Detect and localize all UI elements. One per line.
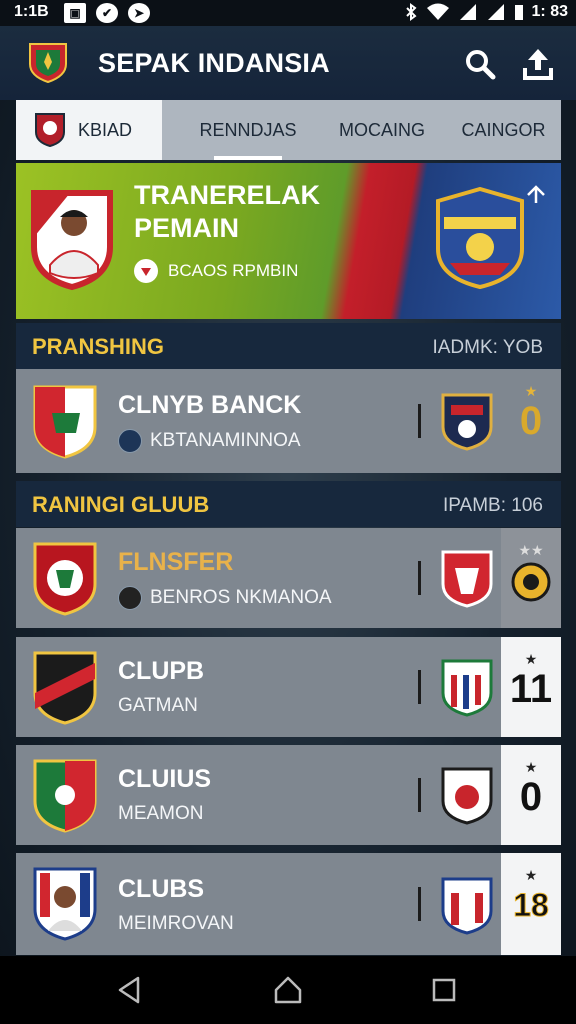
club-subtitle: BENROS NKMANOA	[150, 587, 332, 608]
opponent-crest-icon	[441, 393, 493, 451]
club-name: CLUPB	[118, 657, 205, 685]
score-value: 0	[519, 399, 543, 443]
status-battery-text: 1: 83	[531, 3, 568, 20]
bluetooth-icon	[405, 3, 417, 21]
score-value: 11	[509, 667, 553, 711]
score-badge-icon	[511, 562, 551, 602]
tab-label: KBIAD	[78, 119, 133, 140]
club-name: CLNYB BANCK	[118, 391, 302, 419]
signal-icon	[459, 4, 476, 20]
club-crest-icon	[33, 651, 97, 725]
score-value: 0	[519, 775, 543, 819]
share-icon[interactable]	[524, 183, 548, 207]
opponent-crest-icon	[441, 550, 493, 608]
star-icon: ★★	[518, 542, 544, 558]
match-card[interactable]: CLUPB GATMAN ★ 11	[16, 637, 561, 737]
match-card[interactable]: CLUBS MEIMROVAN ★ 18	[16, 853, 561, 955]
app-logo-icon	[29, 43, 67, 84]
separator	[418, 778, 421, 812]
star-icon: ★	[524, 867, 538, 883]
club-crest-icon	[33, 759, 97, 833]
recents-icon[interactable]	[428, 974, 460, 1006]
club-sub-row: KBTANAMINNOA	[118, 429, 301, 453]
status-notification-icons: ▣ ✔ ➤	[64, 3, 150, 23]
section-title: PRANSHING	[32, 334, 165, 359]
app-bar: SEPAK INDANSIA	[0, 26, 576, 100]
status-right-icons: 1: 83	[404, 3, 568, 21]
club-name: FLNSFER	[118, 548, 234, 576]
league-icon	[118, 429, 142, 453]
score-box: ★ 11	[501, 637, 561, 737]
club-name: CLUIUS	[118, 765, 212, 793]
score-box: ★ 18	[501, 853, 561, 955]
star-icon: ★	[524, 383, 538, 399]
section-meta: IPAMB: 106	[443, 495, 543, 516]
back-icon[interactable]	[114, 974, 146, 1006]
score-box: ★ 0	[501, 369, 561, 473]
separator	[418, 887, 421, 921]
team-emblem-image	[436, 187, 524, 290]
player-shield-image	[31, 190, 113, 291]
opponent-crest-icon	[441, 659, 493, 717]
club-subtitle: KBTANAMINNOA	[150, 430, 301, 451]
banner-subtitle-row: BCAOS RPMBIN	[134, 259, 298, 283]
club-sub-row: MEAMON	[118, 803, 204, 825]
separator	[418, 561, 421, 595]
signal-icon-2	[487, 4, 504, 20]
score-value: 18	[513, 887, 550, 924]
search-icon[interactable]	[462, 46, 498, 82]
club-crest-icon	[33, 867, 97, 941]
banner-subtitle: BCAOS RPMBIN	[168, 261, 299, 280]
club-crest-icon	[33, 385, 97, 459]
tab-caingor[interactable]: CAINGOR	[446, 100, 561, 160]
home-icon[interactable]	[272, 974, 304, 1006]
section-title: RANINGI GLUUB	[32, 492, 210, 517]
club-crest-icon	[35, 113, 65, 148]
star-icon: ★	[524, 651, 538, 667]
status-bar: 1:1B ▣ ✔ ➤ 1: 83	[0, 0, 576, 26]
match-card[interactable]: CLUIUS MEAMON ★ 0	[16, 745, 561, 845]
star-icon: ★	[524, 759, 538, 775]
wifi-icon	[426, 3, 449, 20]
battery-icon	[514, 5, 523, 20]
featured-player-banner[interactable]: TRANERELAK PEMAIN BCAOS RPMBIN	[16, 163, 561, 319]
compass-notification-icon: ➤	[128, 3, 150, 23]
club-name: CLUBS	[118, 875, 205, 903]
section-header-pranshing: PRANSHING IADMK: YOB	[16, 323, 561, 369]
tab-label: CAINGOR	[461, 119, 546, 140]
score-box: ★ 0	[501, 745, 561, 845]
check-notification-icon: ✔	[96, 3, 118, 23]
upload-icon[interactable]	[520, 46, 556, 82]
club-subtitle: MEIMROVAN	[118, 913, 234, 934]
tab-bar: KBIAD RENNDJAS MOCAING CAINGOR	[16, 100, 561, 160]
opponent-crest-icon	[441, 877, 493, 935]
league-icon	[118, 586, 142, 610]
club-subtitle: GATMAN	[118, 695, 198, 716]
status-time: 1:1B	[14, 3, 49, 20]
opponent-crest-icon	[441, 767, 493, 825]
club-sub-row: BENROS NKMANOA	[118, 586, 332, 610]
tab-label: MOCAING	[338, 119, 425, 140]
club-crest-icon	[33, 542, 97, 616]
banner-title: TRANERELAK PEMAIN	[134, 180, 320, 243]
tab-renndjas[interactable]: RENNDJAS	[188, 100, 308, 160]
separator	[418, 404, 421, 438]
section-meta: IADMK: YOB	[432, 337, 543, 358]
tab-mocaing[interactable]: MOCAING	[322, 100, 442, 160]
image-notification-icon: ▣	[64, 3, 86, 23]
section-header-raningi-gluub: RANINGI GLUUB IPAMB: 106	[16, 481, 561, 527]
match-card[interactable]: CLNYB BANCK KBTANAMINNOA ★ 0	[16, 369, 561, 473]
club-sub-row: MEIMROVAN	[118, 913, 234, 935]
separator	[418, 670, 421, 704]
club-subtitle: MEAMON	[118, 803, 204, 824]
tab-kbiad[interactable]: KBIAD	[16, 100, 162, 160]
ball-icon	[134, 259, 158, 283]
system-nav-bar	[0, 956, 576, 1024]
tab-label: RENNDJAS	[199, 119, 297, 140]
match-card[interactable]: FLNSFER BENROS NKMANOA ★★	[16, 528, 561, 628]
club-sub-row: GATMAN	[118, 695, 198, 717]
score-box: ★★	[501, 528, 561, 628]
app-title: SEPAK INDANSIA	[98, 48, 330, 78]
